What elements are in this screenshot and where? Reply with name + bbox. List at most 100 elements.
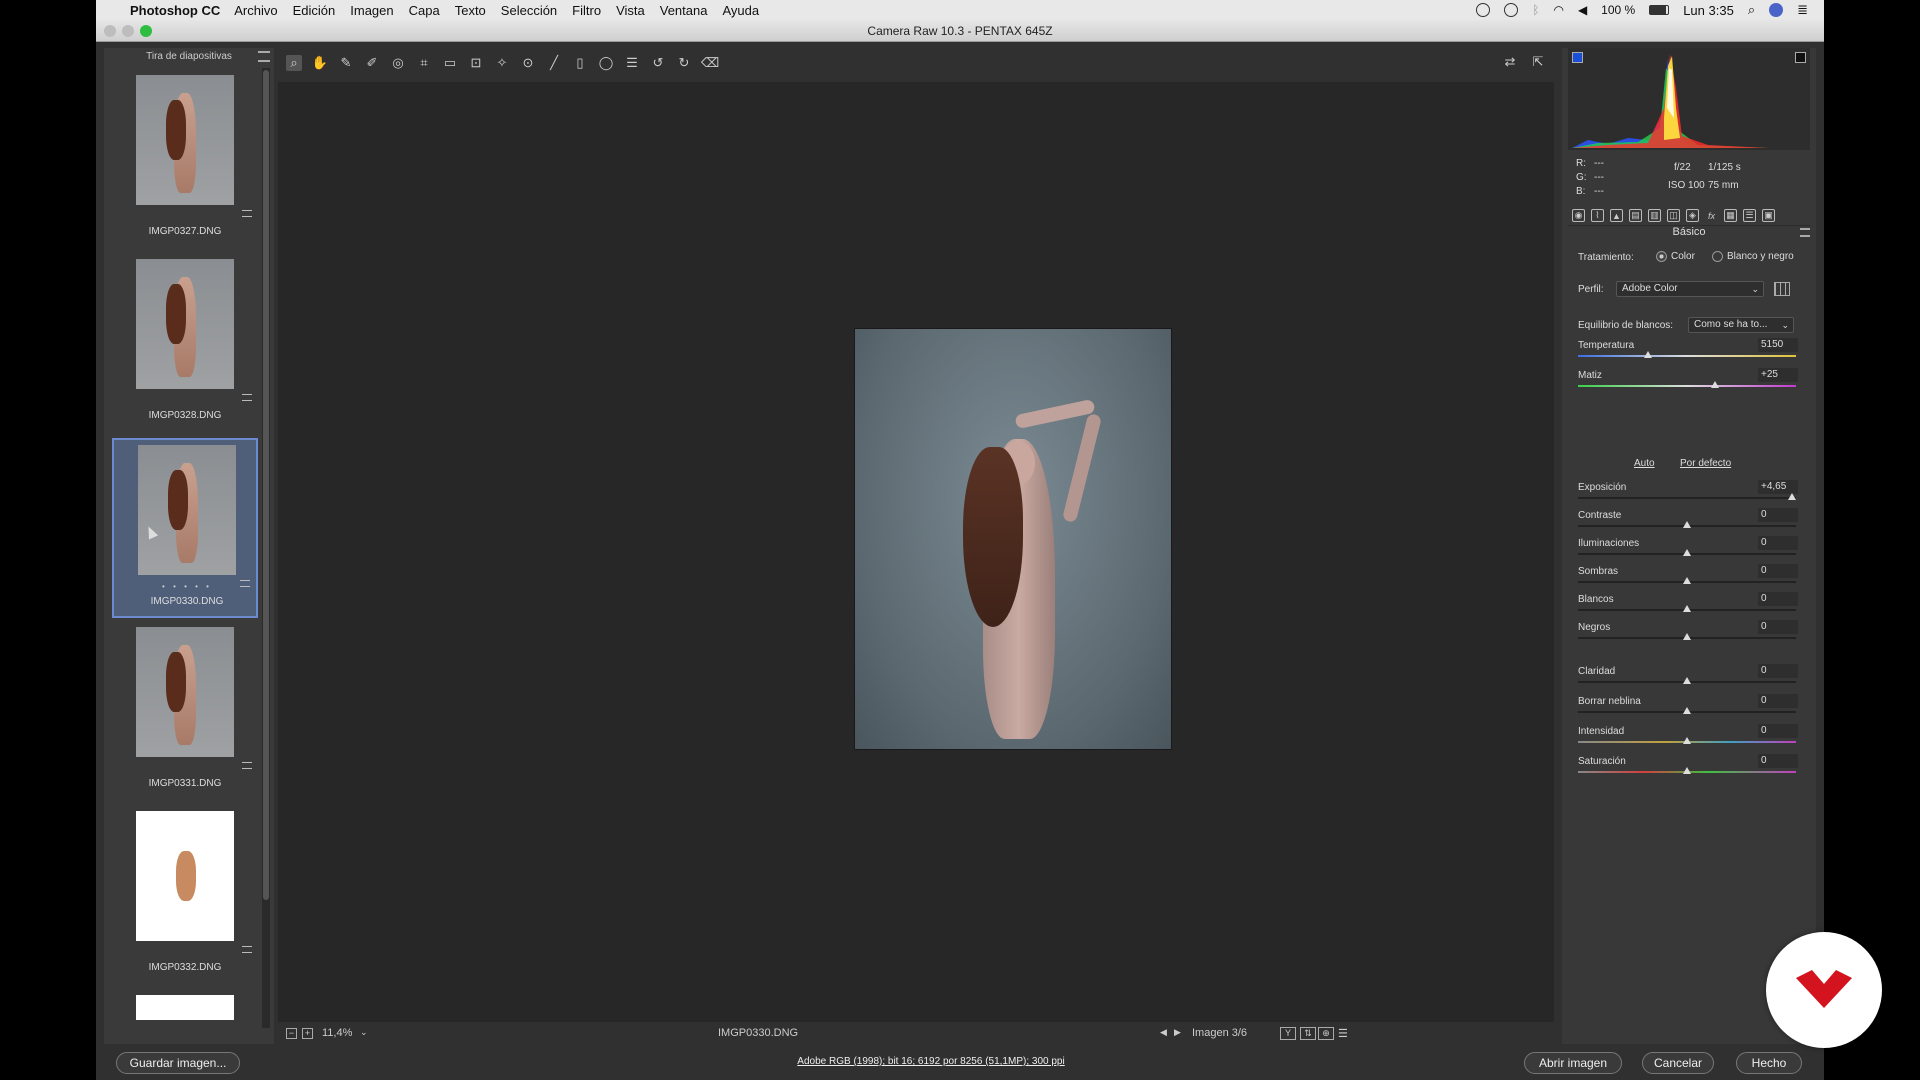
red-eye-tool-icon[interactable]: ⊙ bbox=[520, 55, 536, 71]
notifications-icon[interactable]: ≣ bbox=[1797, 2, 1808, 18]
search-icon[interactable]: ⌕ bbox=[1748, 2, 1755, 18]
slider-knob[interactable] bbox=[1683, 521, 1691, 528]
slider-value-field[interactable]: +25 bbox=[1758, 368, 1798, 382]
default-link[interactable]: Por defecto bbox=[1680, 458, 1731, 469]
crop-tool-icon[interactable]: ⌗ bbox=[416, 55, 432, 71]
slider-value-field[interactable]: 0 bbox=[1758, 664, 1798, 678]
zoom-in-button[interactable]: + bbox=[302, 1028, 313, 1039]
battery-percent[interactable]: 100 % bbox=[1601, 3, 1635, 17]
close-window-button[interactable] bbox=[104, 25, 116, 37]
slider-track[interactable] bbox=[1578, 355, 1796, 357]
menu-capa[interactable]: Capa bbox=[409, 3, 440, 18]
rotate-left-icon[interactable]: ↺ bbox=[650, 55, 666, 71]
record-icon[interactable] bbox=[1476, 3, 1491, 17]
hand-tool-icon[interactable]: ✋ bbox=[312, 55, 328, 71]
before-after-icon[interactable]: Y bbox=[1280, 1027, 1296, 1040]
menu-ayuda[interactable]: Ayuda bbox=[722, 3, 759, 18]
volume-icon[interactable]: ◀ bbox=[1578, 3, 1587, 17]
image-preview-area[interactable] bbox=[278, 82, 1554, 1022]
menu-app-name[interactable]: Photoshop CC bbox=[130, 3, 220, 18]
rating-stars[interactable]: • • • • • bbox=[114, 582, 260, 591]
thumbnail-flag-icon[interactable] bbox=[242, 394, 252, 401]
targeted-adjustment-tool-icon[interactable]: ◎ bbox=[390, 55, 406, 71]
tab-split-toning-icon[interactable]: ▥ bbox=[1648, 209, 1661, 222]
menu-seleccion[interactable]: Selección bbox=[501, 3, 557, 18]
menu-texto[interactable]: Texto bbox=[455, 3, 486, 18]
white-balance-tool-icon[interactable]: ✎ bbox=[338, 55, 354, 71]
slider-knob[interactable] bbox=[1683, 677, 1691, 684]
zoom-window-button[interactable] bbox=[140, 25, 152, 37]
filmstrip-item[interactable]: IMGP0331.DNG bbox=[112, 622, 258, 802]
panel-menu-icon[interactable] bbox=[1800, 228, 1810, 237]
trash-icon[interactable]: ⌫ bbox=[701, 55, 719, 71]
slider-knob[interactable] bbox=[1683, 633, 1691, 640]
tab-basic-icon[interactable]: ◉ bbox=[1572, 209, 1585, 222]
creative-cloud-icon[interactable] bbox=[1504, 3, 1519, 17]
tab-detail-icon[interactable]: ▲ bbox=[1610, 209, 1623, 222]
slider-value-field[interactable]: 0 bbox=[1758, 694, 1798, 708]
slider-value-field[interactable]: 5150 bbox=[1758, 338, 1798, 352]
filmstrip-menu-icon[interactable] bbox=[258, 51, 270, 62]
zoom-dropdown-icon[interactable]: ⌄ bbox=[360, 1027, 368, 1038]
bluetooth-icon[interactable]: ᛒ bbox=[1532, 3, 1539, 17]
slider-knob[interactable] bbox=[1683, 605, 1691, 612]
slider-value-field[interactable]: 0 bbox=[1758, 592, 1798, 606]
open-image-button[interactable]: Abrir imagen bbox=[1524, 1052, 1622, 1074]
menu-imagen[interactable]: Imagen bbox=[350, 3, 393, 18]
slider-knob[interactable] bbox=[1683, 767, 1691, 774]
slider-knob[interactable] bbox=[1643, 351, 1652, 358]
color-sampler-tool-icon[interactable]: ✐ bbox=[364, 55, 380, 71]
save-image-button[interactable]: Guardar imagen... bbox=[116, 1052, 240, 1074]
spot-removal-tool-icon[interactable]: ✧ bbox=[494, 55, 510, 71]
menu-ventana[interactable]: Ventana bbox=[660, 3, 708, 18]
treatment-bw-radio[interactable]: Blanco y negro bbox=[1712, 251, 1794, 262]
treatment-color-radio[interactable]: Color bbox=[1656, 251, 1695, 262]
filmstrip-item[interactable]: IMGP0332.DNG bbox=[112, 806, 258, 986]
menu-edicion[interactable]: Edición bbox=[293, 3, 336, 18]
filmstrip-item[interactable]: IMGP0328.DNG bbox=[112, 254, 258, 434]
preferences-icon[interactable]: ☰ bbox=[624, 55, 640, 71]
graduated-filter-icon[interactable]: ▯ bbox=[572, 55, 588, 71]
preview-preferences-icon[interactable]: ☰ bbox=[1338, 1027, 1348, 1040]
thumbnail-flag-icon[interactable] bbox=[240, 580, 250, 587]
filmstrip-item-selected[interactable]: • • • • • IMGP0330.DNG bbox=[112, 438, 258, 618]
auto-link[interactable]: Auto bbox=[1634, 458, 1655, 469]
straighten-tool-icon[interactable]: ▭ bbox=[442, 55, 458, 71]
swap-settings-icon[interactable]: ⇅ bbox=[1300, 1027, 1316, 1040]
slider-knob[interactable] bbox=[1683, 737, 1691, 744]
slider-knob[interactable] bbox=[1683, 549, 1691, 556]
slider-value-field[interactable]: +4,65 bbox=[1758, 480, 1798, 494]
radial-filter-icon[interactable]: ◯ bbox=[598, 55, 614, 71]
battery-icon[interactable] bbox=[1649, 5, 1670, 15]
cancel-button[interactable]: Cancelar bbox=[1642, 1052, 1714, 1074]
filmstrip-scrollbar[interactable] bbox=[262, 68, 270, 1028]
slider-value-field[interactable]: 0 bbox=[1758, 508, 1798, 522]
adjustment-brush-icon[interactable]: ╱ bbox=[546, 55, 562, 71]
zoom-out-button[interactable]: − bbox=[286, 1028, 297, 1039]
user-icon[interactable] bbox=[1769, 3, 1784, 17]
tab-transform-icon[interactable]: ◈ bbox=[1686, 209, 1699, 222]
menu-vista[interactable]: Vista bbox=[616, 3, 645, 18]
workflow-options-link[interactable]: Adobe RGB (1998); bit 16; 6192 por 8256 … bbox=[696, 1056, 1166, 1067]
tab-lens-icon[interactable]: ◫ bbox=[1667, 209, 1680, 222]
white-balance-dropdown[interactable]: Como se ha to... ⌄ bbox=[1688, 317, 1794, 333]
filmstrip-item[interactable] bbox=[112, 990, 258, 1020]
tab-tone-curve-icon[interactable]: ⌇ bbox=[1591, 209, 1604, 222]
slider-value-field[interactable]: 0 bbox=[1758, 564, 1798, 578]
slider-knob[interactable] bbox=[1711, 381, 1720, 388]
slider-track[interactable] bbox=[1578, 385, 1796, 387]
slider-value-field[interactable]: 0 bbox=[1758, 536, 1798, 550]
profile-browser-icon[interactable] bbox=[1774, 282, 1790, 296]
thumbnail-flag-icon[interactable] bbox=[242, 762, 252, 769]
slider-knob[interactable] bbox=[1683, 707, 1691, 714]
done-button[interactable]: Hecho bbox=[1736, 1052, 1802, 1074]
slider-value-field[interactable]: 0 bbox=[1758, 724, 1798, 738]
tab-snapshots-icon[interactable]: ▣ bbox=[1762, 209, 1775, 222]
slider-value-field[interactable]: 0 bbox=[1758, 620, 1798, 634]
fullscreen-icon[interactable]: ⇱ bbox=[1530, 54, 1546, 70]
zoom-tool-icon[interactable]: ⌕ bbox=[286, 55, 302, 71]
menu-archivo[interactable]: Archivo bbox=[234, 3, 277, 18]
minimize-window-button[interactable] bbox=[122, 25, 134, 37]
next-image-button[interactable]: ▶ bbox=[1174, 1027, 1181, 1038]
slider-knob[interactable] bbox=[1787, 493, 1796, 500]
